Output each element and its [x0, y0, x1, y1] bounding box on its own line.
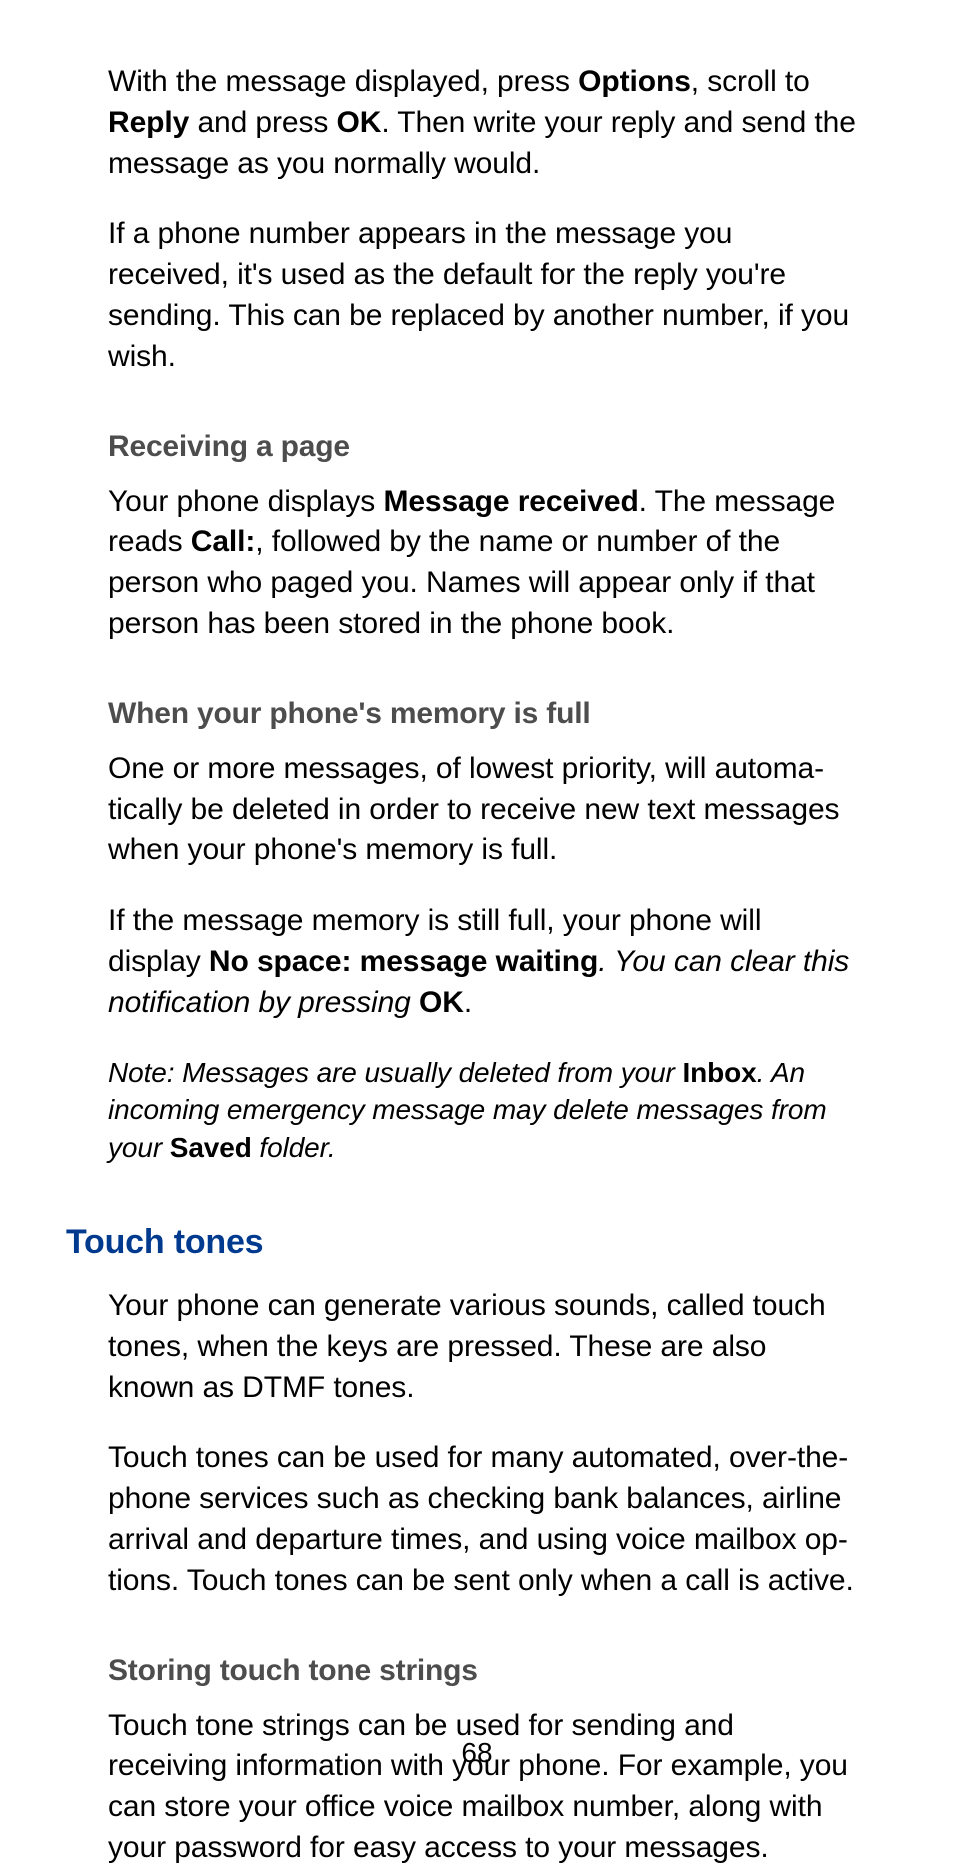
- touchtones-paragraph-1: Your phone can generate various sounds, …: [108, 1286, 860, 1408]
- text-fragment: Your phone displays: [108, 485, 383, 518]
- text-fragment: Note: Messages are usually deleted from …: [108, 1057, 682, 1088]
- saved-label: Saved: [170, 1132, 252, 1163]
- storing-heading: Storing touch tone strings: [108, 1654, 860, 1688]
- touchtones-paragraph-2: Touch tones can be used for many automat…: [108, 1438, 860, 1601]
- page-number: 68: [0, 1737, 954, 1769]
- call-label: Call:: [191, 525, 256, 558]
- text-fragment: and press: [189, 106, 336, 139]
- no-space-label: No space: message waiting: [209, 945, 598, 978]
- manual-page: With the message displayed, press Option…: [0, 0, 954, 1803]
- memory-paragraph-1: One or more messages, of lowest priority…: [108, 749, 860, 871]
- reply-paragraph-1: With the message displayed, press Option…: [108, 62, 860, 184]
- ok-label: OK: [337, 106, 382, 139]
- memory-note: Note: Messages are usually deleted from …: [108, 1054, 860, 1167]
- options-label: Options: [578, 65, 691, 98]
- text-fragment: .: [464, 986, 472, 1019]
- text-fragment: , scroll to: [691, 65, 810, 98]
- touch-tones-heading: Touch tones: [66, 1223, 860, 1262]
- text-fragment: folder.: [252, 1132, 336, 1163]
- page-content: With the message displayed, press Option…: [108, 62, 860, 1869]
- receiving-page-heading: Receiving a page: [108, 430, 860, 464]
- ok-label: OK: [419, 986, 464, 1019]
- storing-paragraph: Touch tone strings can be used for sendi…: [108, 1706, 860, 1869]
- memory-full-heading: When your phone's memory is full: [108, 697, 860, 731]
- reply-paragraph-2: If a phone number appears in the message…: [108, 214, 860, 377]
- message-received-label: Message received: [383, 485, 638, 518]
- memory-paragraph-2: If the message memory is still full, you…: [108, 901, 860, 1023]
- reply-label: Reply: [108, 106, 189, 139]
- receiving-paragraph: Your phone displays Message received. Th…: [108, 482, 860, 645]
- text-fragment: With the message displayed, press: [108, 65, 578, 98]
- inbox-label: Inbox: [682, 1057, 756, 1088]
